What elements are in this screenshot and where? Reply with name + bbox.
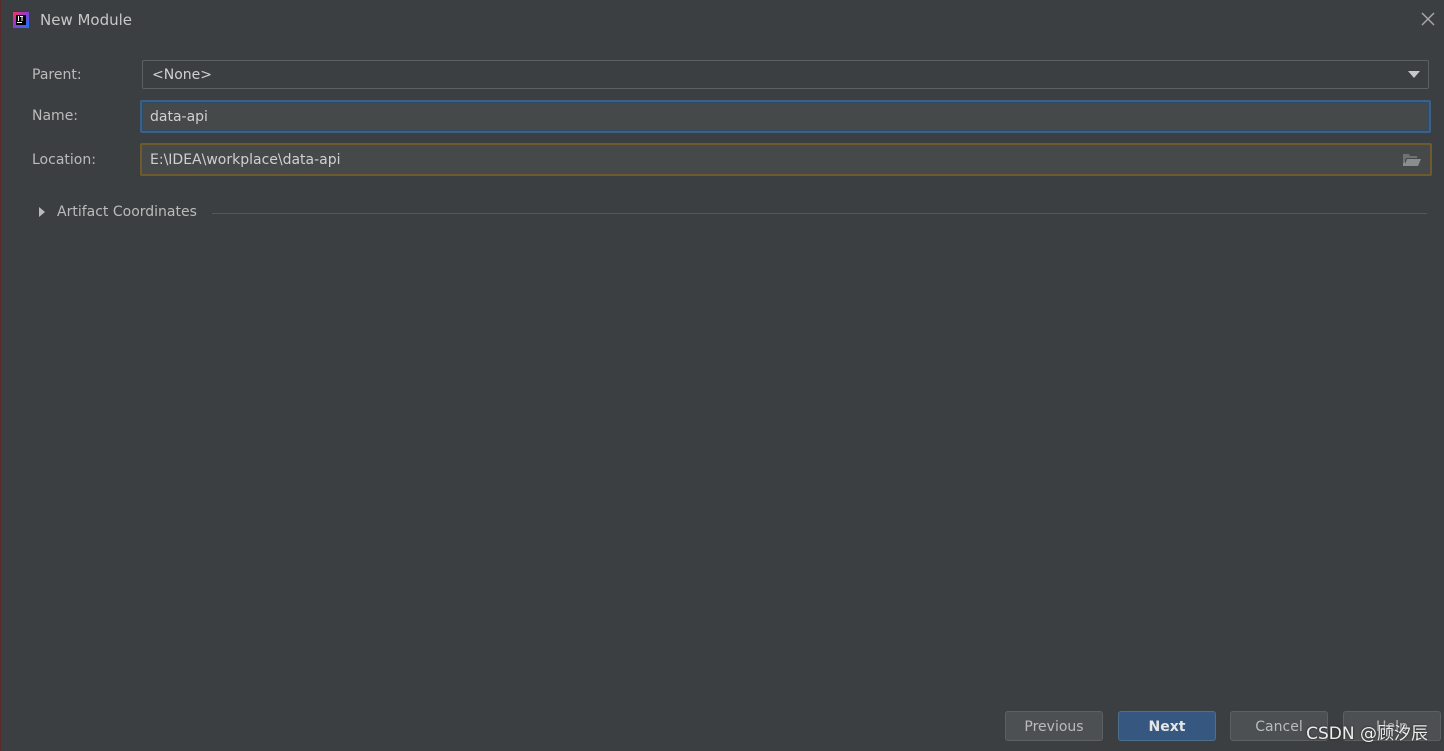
close-icon[interactable] bbox=[1419, 10, 1437, 28]
name-label: Name: bbox=[32, 108, 79, 124]
location-input[interactable] bbox=[142, 145, 1392, 174]
name-input[interactable] bbox=[140, 100, 1431, 133]
next-button[interactable]: Next bbox=[1118, 711, 1216, 741]
window-title: New Module bbox=[40, 11, 133, 29]
artifact-coordinates-section[interactable]: Artifact Coordinates bbox=[32, 202, 1427, 224]
watermark: CSDN @顾汐辰 bbox=[1306, 724, 1428, 744]
parent-label: Parent: bbox=[32, 67, 82, 83]
folder-open-icon[interactable] bbox=[1402, 152, 1422, 168]
section-divider bbox=[212, 213, 1427, 214]
title-bar: New Module bbox=[1, 0, 1444, 40]
new-module-dialog: New Module Parent: <None> Name: Location… bbox=[0, 0, 1444, 751]
artifact-coordinates-label[interactable]: Artifact Coordinates bbox=[57, 204, 197, 220]
triangle-right-icon[interactable] bbox=[39, 207, 45, 217]
chevron-down-icon bbox=[1408, 71, 1420, 78]
intellij-idea-icon bbox=[13, 12, 29, 28]
parent-dropdown-value: <None> bbox=[152, 67, 212, 83]
parent-dropdown[interactable]: <None> bbox=[142, 60, 1429, 89]
location-label: Location: bbox=[32, 152, 96, 168]
location-field[interactable] bbox=[140, 143, 1432, 176]
previous-button[interactable]: Previous bbox=[1005, 711, 1103, 741]
